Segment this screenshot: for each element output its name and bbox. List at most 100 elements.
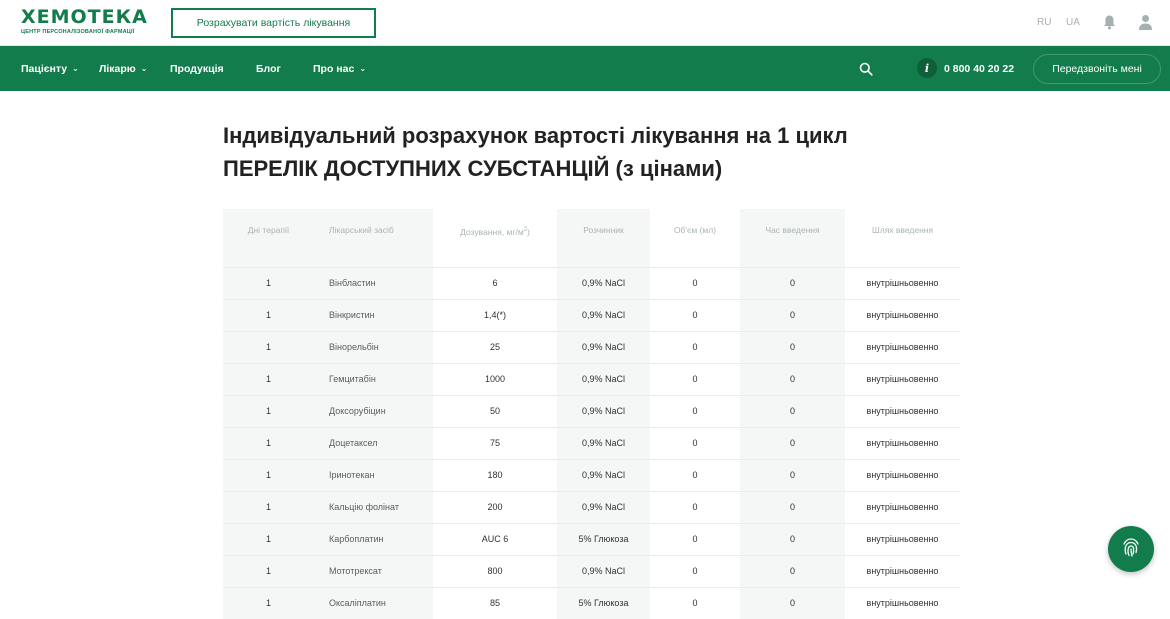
nav-item-label: Блог [256, 63, 281, 75]
solvent-cell: 0,9% NaCl [557, 490, 650, 523]
nav-item-label: Лікарю [99, 63, 136, 75]
column-header-time: Час введення [740, 209, 845, 267]
chevron-down-icon: ⌄ [72, 64, 79, 73]
route-cell: внутрішньовенно [845, 394, 960, 427]
time-cell: 0 [740, 522, 845, 555]
user-icon[interactable] [1138, 14, 1153, 30]
top-header: ХЕМОТЕКА ЦЕНТР ПЕРСОНАЛІЗОВАНОЇ ФАРМАЦІЇ… [0, 0, 1170, 46]
drug-cell: Вінкристин [314, 298, 433, 331]
time-cell: 0 [740, 586, 845, 619]
bell-icon[interactable] [1102, 14, 1117, 30]
day-cell: 1 [223, 298, 314, 331]
main-nav: Пацієнту ⌄ Лікарю ⌄ Продукція Блог Про нас… [0, 46, 1170, 91]
nav-item-blog[interactable]: Блог [256, 63, 281, 75]
solvent-cell: 0,9% NaCl [557, 394, 650, 427]
route-cell: внутрішньовенно [845, 298, 960, 331]
day-cell: 1 [223, 458, 314, 491]
route-cell: внутрішньовенно [845, 458, 960, 491]
drug-cell: Гемцитабін [314, 362, 433, 395]
table-header-row: Дні терапії Лікарський засіб Дозування, … [223, 209, 960, 267]
dosage-cell: 800 [433, 554, 557, 587]
solvent-cell: 5% Глюкоза [557, 522, 650, 555]
table-row: 1 Карбоплатин AUC 6 5% Глюкоза 0 0 внутрішньов… [223, 522, 960, 555]
day-cell: 1 [223, 522, 314, 555]
dosage-cell: 180 [433, 458, 557, 491]
volume-cell: 0 [650, 298, 740, 331]
volume-cell: 0 [650, 330, 740, 363]
logo-text: ХЕМОТЕКА [21, 6, 148, 28]
nav-item-about[interactable]: Про нас ⌄ [313, 63, 366, 75]
dosage-cell: 200 [433, 490, 557, 523]
nav-item-patients[interactable]: Пацієнту ⌄ [21, 63, 79, 75]
table-row: 1 Вінбластин 6 0,9% NaCl 0 0 внутрішньовенно [223, 266, 960, 299]
volume-cell: 0 [650, 554, 740, 587]
dosage-cell: 85 [433, 586, 557, 619]
drug-cell: Доксорубіцин [314, 394, 433, 427]
page-title: Індивідуальний розрахунок вартості лікув… [223, 119, 983, 185]
logo[interactable]: ХЕМОТЕКА ЦЕНТР ПЕРСОНАЛІЗОВАНОЇ ФАРМАЦІЇ [21, 6, 148, 35]
volume-cell: 0 [650, 394, 740, 427]
column-header-route: Шлях введення [871, 225, 934, 235]
nav-item-products[interactable]: Продукція [170, 63, 224, 75]
language-ua-link[interactable]: UA [1066, 17, 1080, 28]
language-ru-link[interactable]: RU [1037, 17, 1051, 28]
table-row: 1 Доксорубіцин 50 0,9% NaCl 0 0 внутрішньовенн… [223, 394, 960, 427]
drug-cell: Вінбластин [314, 266, 433, 299]
time-cell: 0 [740, 298, 845, 331]
column-header-volume: Об'єм (мл) [673, 225, 717, 235]
calculate-cost-button[interactable]: Розрахувати вартість лікування [171, 8, 376, 38]
drug-cell: Оксаліплатин [314, 586, 433, 619]
volume-cell: 0 [650, 490, 740, 523]
dosage-cell: 6 [433, 266, 557, 299]
solvent-cell: 0,9% NaCl [557, 298, 650, 331]
dosage-cell: 25 [433, 330, 557, 363]
drug-cell: Карбоплатин [314, 522, 433, 555]
drug-cell: Вінорельбін [314, 330, 433, 363]
nav-item-label: Пацієнту [21, 63, 68, 75]
table-row: 1 Іринотекан 180 0,9% NaCl 0 0 внутрішньовенно [223, 458, 960, 491]
column-header-days: Дні терапії [223, 209, 314, 267]
day-cell: 1 [223, 266, 314, 299]
solvent-cell: 5% Глюкоза [557, 586, 650, 619]
route-cell: внутрішньовенно [845, 490, 960, 523]
time-cell: 0 [740, 330, 845, 363]
drug-cell: Кальцію фолінат [314, 490, 433, 523]
page-title-line1: Індивідуальний розрахунок вартості лікув… [223, 123, 848, 148]
route-cell: внутрішньовенно [845, 266, 960, 299]
time-cell: 0 [740, 554, 845, 587]
nav-item-label: Про нас [313, 63, 355, 75]
dosage-cell: 1000 [433, 362, 557, 395]
nav-item-doctors[interactable]: Лікарю ⌄ [99, 63, 147, 75]
time-cell: 0 [740, 426, 845, 459]
route-cell: внутрішньовенно [845, 330, 960, 363]
day-cell: 1 [223, 330, 314, 363]
fingerprint-button[interactable] [1108, 526, 1154, 572]
day-cell: 1 [223, 490, 314, 523]
column-header-solvent: Розчинник [557, 209, 650, 267]
drug-cell: Іринотекан [314, 458, 433, 491]
nav-item-label: Продукція [170, 63, 224, 75]
chevron-down-icon: ⌄ [140, 64, 148, 73]
solvent-cell: 0,9% NaCl [557, 362, 650, 395]
volume-cell: 0 [650, 266, 740, 299]
time-cell: 0 [740, 394, 845, 427]
day-cell: 1 [223, 586, 314, 619]
chevron-down-icon: ⌄ [359, 64, 367, 73]
route-cell: внутрішньовенно [845, 522, 960, 555]
callback-button[interactable]: Передзвоніть мені [1033, 54, 1161, 84]
route-cell: внутрішньовенно [845, 554, 960, 587]
phone-number[interactable]: 0 800 40 20 22 [944, 63, 1014, 75]
column-header-dosage: Дозування, мг/м2) [460, 226, 530, 237]
table-row: 1 Мототрексат 800 0,9% NaCl 0 0 внутрішньовенн… [223, 554, 960, 587]
time-cell: 0 [740, 362, 845, 395]
fingerprint-icon [1119, 535, 1143, 564]
day-cell: 1 [223, 394, 314, 427]
day-cell: 1 [223, 426, 314, 459]
route-cell: внутрішньовенно [845, 586, 960, 619]
route-cell: внутрішньовенно [845, 362, 960, 395]
volume-cell: 0 [650, 426, 740, 459]
time-cell: 0 [740, 490, 845, 523]
table-row: 1 Кальцію фолінат 200 0,9% NaCl 0 0 внутрішньо… [223, 490, 960, 523]
search-icon[interactable] [859, 62, 873, 76]
solvent-cell: 0,9% NaCl [557, 426, 650, 459]
